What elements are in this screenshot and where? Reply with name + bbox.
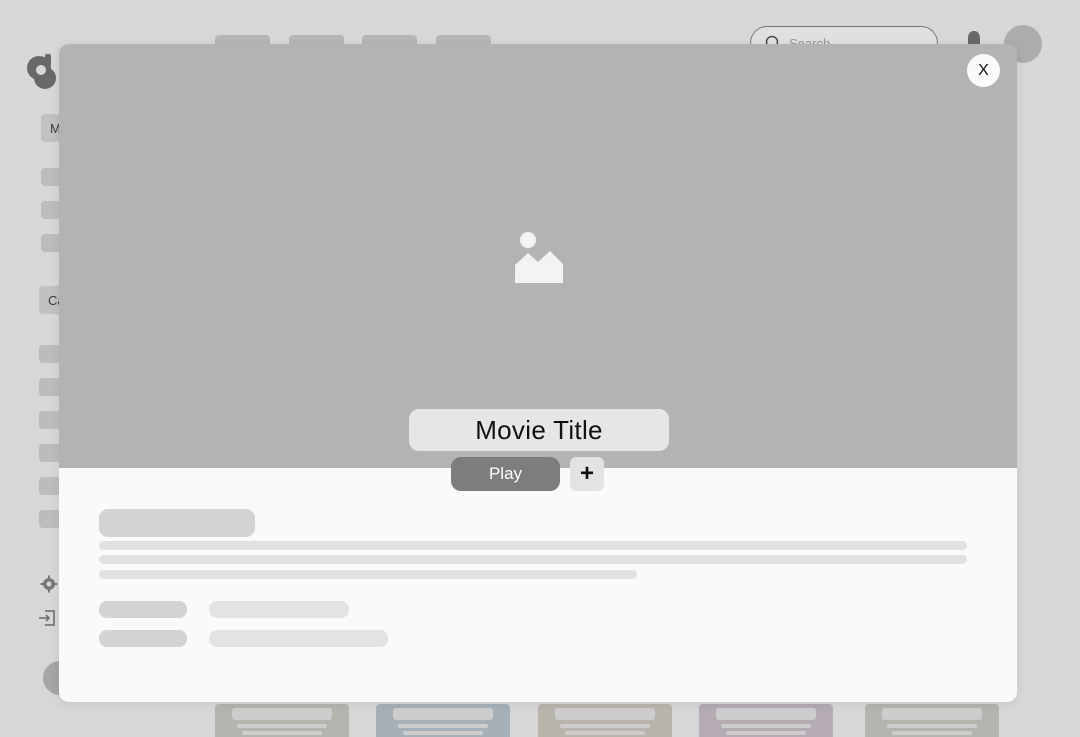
description-line-placeholder [99, 570, 637, 579]
detail-value-placeholder [209, 601, 349, 618]
description-line-placeholder [99, 555, 967, 564]
movie-title: Movie Title [409, 409, 669, 451]
detail-label-placeholder [99, 630, 187, 647]
movie-detail-modal: X Movie Title Play + [59, 44, 1017, 702]
image-placeholder-icon [515, 232, 563, 283]
add-to-list-button[interactable]: + [570, 457, 604, 491]
description-line-placeholder [99, 541, 967, 550]
detail-value-placeholder [209, 630, 388, 647]
detail-label-placeholder [99, 601, 187, 618]
close-button[interactable]: X [967, 54, 1000, 87]
close-icon: X [978, 61, 989, 79]
plus-icon: + [579, 460, 594, 487]
hero-image: X [59, 44, 1017, 468]
play-button[interactable]: Play [451, 457, 560, 491]
description-heading-placeholder [99, 509, 255, 537]
